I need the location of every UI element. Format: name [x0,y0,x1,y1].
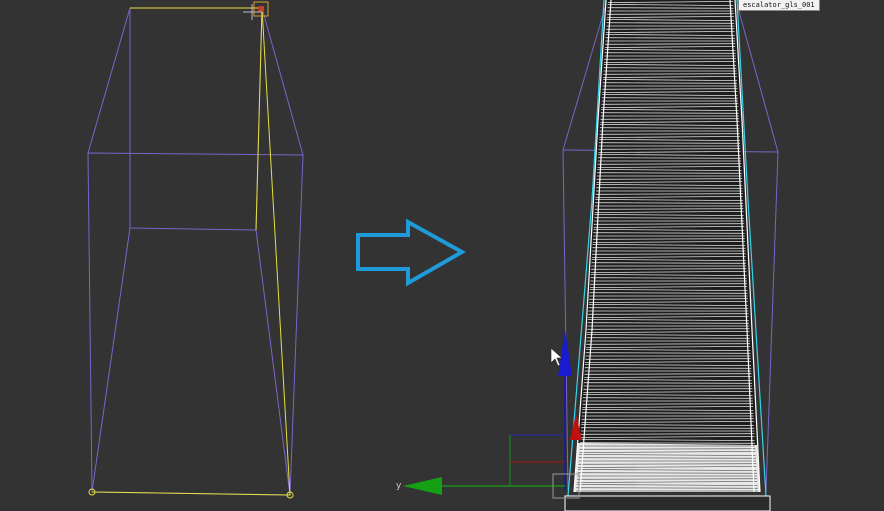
arrow-right-icon [356,218,467,287]
gizmo-z-arrow-icon[interactable] [558,330,572,376]
viewport-scene[interactable]: y [0,0,884,511]
spline-path-left[interactable] [91,7,291,496]
object-name-label: escalator_gls_001 [738,0,820,11]
wireframe-box-left[interactable] [87,7,304,496]
viewport-perspective[interactable]: y escalator_gls_001 [0,0,884,511]
axis-y-label: y [396,481,402,491]
gizmo-y-arrow-icon[interactable] [403,477,442,495]
escalator-base [564,495,771,511]
escalator-mesh[interactable] [573,0,761,493]
